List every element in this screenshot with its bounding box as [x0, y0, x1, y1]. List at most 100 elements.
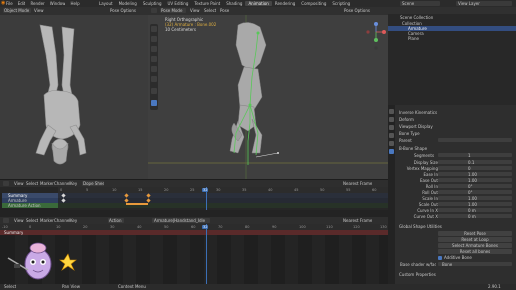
view-menu[interactable]: View	[14, 218, 24, 223]
frame-stripe	[150, 235, 163, 284]
section-global-shape[interactable]: Global Shape Utilities	[399, 224, 442, 229]
section-viewport-display[interactable]: Viewport Display	[399, 124, 433, 129]
channel-armature-action[interactable]: Armature Action	[2, 203, 58, 208]
zoom-icon[interactable]	[374, 46, 378, 50]
bone-tab-icon[interactable]	[389, 149, 394, 154]
outliner-item-plane[interactable]: Plane	[408, 36, 419, 41]
additive-bone-label: Additive Bone	[444, 255, 472, 260]
bbone-row-field[interactable]: 0 m	[438, 208, 512, 212]
tab-shading[interactable]: Shading	[223, 1, 245, 6]
action-mode-dropdown[interactable]: Action	[108, 218, 124, 223]
editor-type-icon[interactable]	[151, 8, 157, 13]
view-layer-selector[interactable]: View Layer	[456, 1, 512, 6]
action-row	[58, 203, 388, 208]
select-menu[interactable]: Select	[204, 8, 216, 13]
editor-type-icon[interactable]	[3, 181, 9, 186]
select-armature-bones-button[interactable]: Select Armature Bones	[438, 243, 512, 248]
reset-at-loop-button[interactable]: Reset at Loop	[438, 237, 512, 242]
menu-file[interactable]: File	[6, 1, 13, 6]
menu-edit[interactable]: Edit	[18, 1, 26, 6]
snapping-dropdown[interactable]: Nearest Frame	[343, 181, 372, 186]
reset-all-bones-button[interactable]: Reset all bones	[438, 249, 512, 254]
ruler-tick-label: 20	[83, 225, 88, 229]
key-menu[interactable]: Key	[70, 218, 77, 223]
section-inverse-kinematics[interactable]: Inverse Kinematics	[399, 110, 437, 115]
tab-scripting[interactable]: Scripting	[329, 1, 353, 6]
blender-logo-icon[interactable]: ◉	[1, 1, 5, 6]
action-name-field[interactable]: Armature|Handstand_Idle	[152, 218, 210, 223]
menu-render[interactable]: Render	[30, 1, 44, 6]
view-menu[interactable]: View	[34, 8, 44, 13]
section-deform[interactable]: Deform	[399, 117, 414, 122]
section-custom-properties[interactable]: Custom Properties	[399, 272, 436, 277]
object-mode-dropdown[interactable]: Object Mode	[3, 8, 31, 13]
bbone-row-field[interactable]: 0°	[438, 190, 512, 194]
scene-selector[interactable]: Scene	[400, 1, 440, 6]
current-frame-label[interactable]: 32	[202, 188, 209, 192]
select-menu[interactable]: Select	[26, 181, 38, 186]
x-axis-icon[interactable]	[382, 30, 386, 34]
snapping-dropdown[interactable]: Nearest Frame	[343, 218, 372, 223]
reset-pose-button[interactable]: Reset Pose	[438, 231, 512, 236]
editor-type-icon[interactable]	[3, 218, 9, 223]
ruler-tick-label: -10	[2, 225, 8, 229]
bbone-row-field[interactable]: 1.00	[438, 178, 512, 182]
dope-sheet-scroll-area[interactable]	[0, 210, 388, 217]
base-shader-label: Base shader w/fade	[400, 262, 436, 267]
menu-window[interactable]: Window	[50, 1, 66, 6]
bbone-row-field[interactable]: 1.00	[438, 172, 512, 176]
tab-sculpting[interactable]: Sculpting	[140, 1, 165, 6]
ruler-tick-label: 50	[164, 225, 169, 229]
view-menu[interactable]: View	[190, 8, 200, 13]
navigation-gizmo[interactable]	[366, 22, 386, 54]
frame-stripe	[285, 235, 298, 284]
y-axis-icon[interactable]	[374, 38, 378, 42]
pose-mode-dropdown[interactable]: Pose Mode	[160, 8, 186, 13]
tab-layout[interactable]: Layout	[96, 1, 116, 6]
output-tab-icon[interactable]	[389, 125, 394, 130]
tool-tab-icon[interactable]	[389, 109, 394, 114]
bbone-row-field[interactable]: 0 m	[438, 214, 512, 218]
tab-compositing[interactable]: Compositing	[298, 1, 329, 6]
ruler-tick-label: 45	[294, 188, 299, 192]
menu-help[interactable]: Help	[70, 1, 79, 6]
scene-tab-icon[interactable]	[389, 133, 394, 138]
render-tab-icon[interactable]	[389, 117, 394, 122]
tab-rendering[interactable]: Rendering	[272, 1, 298, 6]
key-menu[interactable]: Key	[70, 181, 77, 186]
segments-field[interactable]: 1	[438, 153, 512, 157]
additive-bone-checkbox[interactable]	[438, 256, 442, 260]
tab-modeling[interactable]: Modeling	[116, 1, 140, 6]
tab-animation[interactable]: Animation	[245, 1, 272, 6]
select-menu[interactable]: Select	[26, 218, 38, 223]
neg-x-axis-icon[interactable]	[366, 30, 370, 34]
playhead-line[interactable]	[206, 224, 207, 284]
object-tab-icon[interactable]	[389, 141, 394, 146]
pose-menu[interactable]: Pose	[220, 8, 229, 13]
tab-uv-editing[interactable]: UV Editing	[165, 1, 192, 6]
bbone-row-field[interactable]: 1.00	[438, 202, 512, 206]
pose-options-menu[interactable]: Pose Options	[344, 8, 370, 13]
frame-stripe	[339, 235, 352, 284]
bbone-row-field[interactable]: 0.1	[438, 160, 512, 164]
scene-collection-label[interactable]: Scene Collection	[400, 15, 433, 20]
parent-field[interactable]	[438, 138, 512, 142]
bbone-row-field[interactable]: 1.00	[438, 196, 512, 200]
marker-menu[interactable]: Marker	[40, 181, 54, 186]
bbone-row-label: Vertex Mapping	[406, 166, 438, 171]
current-frame-label[interactable]: 32	[202, 225, 209, 229]
section-bbone-shape[interactable]: B-Bone Shape	[399, 146, 427, 151]
status-context-hint: Context Menu	[118, 284, 146, 289]
pose-options-menu[interactable]: Pose Options	[110, 8, 136, 13]
channel-menu[interactable]: Channel	[54, 218, 70, 223]
z-axis-icon[interactable]	[374, 22, 378, 26]
bbone-row-field[interactable]: 0°	[438, 184, 512, 188]
bbone-row-field[interactable]: 0	[438, 166, 512, 170]
channel-menu[interactable]: Channel	[54, 181, 70, 186]
dope-sheet-mode-dropdown[interactable]: Dope Sheet	[82, 181, 104, 186]
tab-texture-paint[interactable]: Texture Paint	[191, 1, 223, 6]
view-menu[interactable]: View	[14, 181, 24, 186]
base-shader-field[interactable]: Bone	[438, 262, 512, 266]
keyframe-hold-bar[interactable]	[126, 203, 148, 205]
marker-menu[interactable]: Marker	[40, 218, 54, 223]
